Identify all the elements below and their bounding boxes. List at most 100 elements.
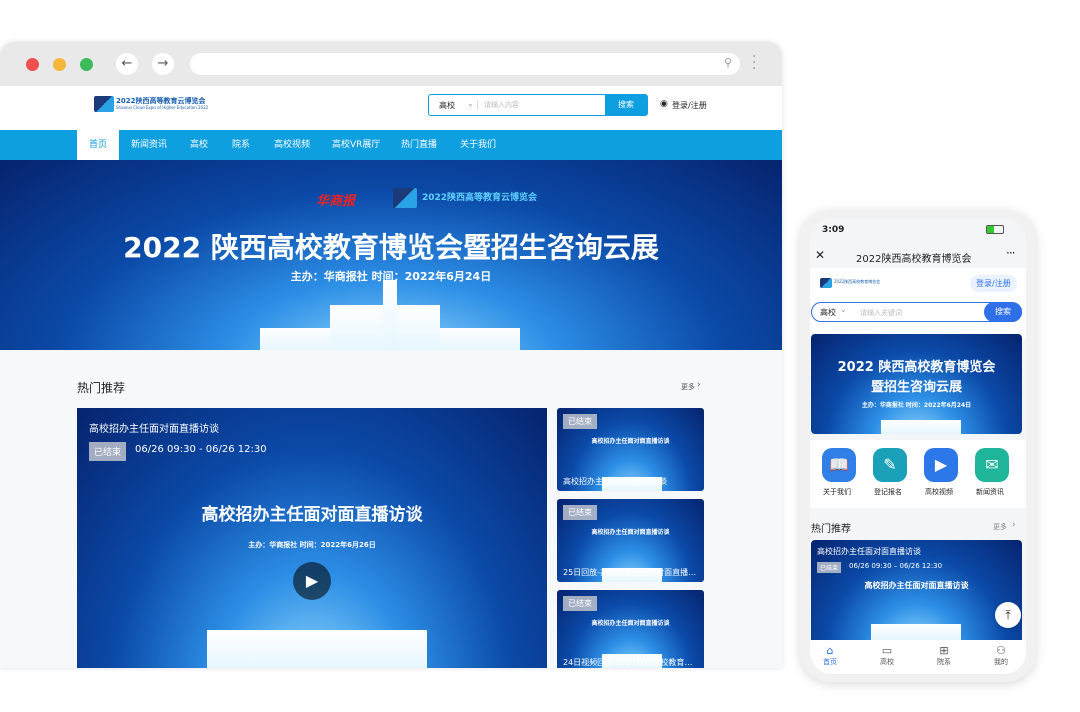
grid-icon: ⊞ <box>939 644 949 657</box>
back-to-top-icon[interactable]: ⤒ <box>995 602 1021 628</box>
site-logo-sub: Shaanxi Cloud Expo of Higher Education 2… <box>116 105 209 110</box>
nav-home[interactable]: 首页 <box>77 130 120 160</box>
search-category-select[interactable]: 高校 <box>820 307 836 318</box>
status-badge: 已结束 <box>817 562 842 573</box>
video-icon[interactable]: ▶ <box>924 448 958 482</box>
poster-title: 高校招办主任面对面直播访谈 <box>864 581 969 590</box>
search-button[interactable]: 搜索 <box>605 95 647 115</box>
card-caption: 25日回放-高校招办主任面对面直播访谈 <box>563 568 698 577</box>
mobile-page-title: 2022陕西高校教育博览会 <box>856 254 972 265</box>
featured-live-card[interactable]: 高校招办主任面对面直播访谈 已结束 06/26 09:30 – 06/26 12… <box>811 540 1022 640</box>
card-poster-title: 高校招办主任面对面直播访谈 <box>591 529 670 536</box>
more-icon[interactable]: ··· <box>1006 246 1016 260</box>
card-caption: 高校招办主任面对面直播访谈 <box>563 477 667 486</box>
status-badge: 已结束 <box>563 414 597 429</box>
login-link[interactable]: 登录/注册 <box>672 100 707 111</box>
close-icon[interactable]: ✕ <box>815 248 825 262</box>
battery-icon <box>986 225 1004 234</box>
partner-logo: 华商报 <box>316 194 356 209</box>
maximize-window-button[interactable] <box>80 58 93 71</box>
shortcut-label[interactable]: 登记报名 <box>874 487 902 497</box>
register-icon[interactable]: ✎ <box>873 448 907 482</box>
menu-icon[interactable]: · · · <box>752 50 756 76</box>
forward-icon[interactable]: → <box>152 53 174 75</box>
hero-title: 2022 陕西高校教育博览会暨招生咨询云展 <box>123 231 659 264</box>
nav-departments[interactable]: 院系 <box>232 130 250 160</box>
featured-title: 高校招办主任面对面直播访谈 <box>817 547 921 556</box>
login-button[interactable]: 登录/注册 <box>970 275 1017 292</box>
video-card[interactable]: 已结束 高校招办主任面对面直播访谈 24日视频回放-2022陕西高校教育博览..… <box>557 590 704 668</box>
featured-live-card[interactable]: 高校招办主任面对面直播访谈 已结束 06/26 09:30 - 06/26 12… <box>77 408 547 668</box>
featured-title: 高校招办主任面对面直播访谈 <box>89 424 219 435</box>
hero-banner: 华商报 2022陕西高等教育云博览会 2022 陕西高校教育博览会暨招生咨询云展… <box>0 160 782 350</box>
browser-toolbar: ← → ⚲ · · · <box>0 42 782 86</box>
card-poster-title: 高校招办主任面对面直播访谈 <box>591 620 670 627</box>
mobile-hero-banner[interactable]: 2022 陕西高校教育博览会 暨招生咨询云展 主办：华商报社 时间：2022年6… <box>811 334 1022 434</box>
card-caption: 24日视频回放-2022陕西高校教育博览... <box>563 658 698 667</box>
search-icon: ⚲ <box>723 56 732 69</box>
user-icon: ⚇ <box>996 644 1006 657</box>
address-bar[interactable]: ⚲ <box>190 53 740 75</box>
shortcut-label[interactable]: 新闻资讯 <box>976 487 1004 497</box>
search-category-select[interactable]: 高校 <box>439 100 455 111</box>
status-badge: 已结束 <box>563 505 597 520</box>
featured-time: 06/26 09:30 - 06/26 12:30 <box>135 444 267 455</box>
mailbox-icon[interactable]: ✉ <box>975 448 1009 482</box>
logo-icon <box>820 278 832 288</box>
skyline-graphic <box>207 630 427 668</box>
play-icon[interactable]: ▶ <box>293 562 331 600</box>
tab-profile[interactable]: ⚇ 我的 <box>981 644 1021 667</box>
tab-label: 高校 <box>880 658 894 666</box>
minimize-window-button[interactable] <box>53 58 66 71</box>
featured-time: 06/26 09:30 – 06/26 12:30 <box>849 562 943 570</box>
shortcut-label[interactable]: 关于我们 <box>823 487 851 497</box>
search-input[interactable]: 请输入内容 <box>477 100 519 110</box>
logo-text: 2022陕西高校教育博览会 <box>834 279 881 284</box>
shortcut-label[interactable]: 高校视频 <box>925 487 953 497</box>
poster-title: 高校招办主任面对面直播访谈 <box>201 505 423 525</box>
section-title: 热门推荐 <box>77 381 126 395</box>
site-header: 2022陕西高等教育云博览会 Shaanxi Cloud Expo of Hig… <box>0 86 782 130</box>
hero-subtitle: 主办：华商报社 时间：2022年6月24日 <box>861 402 972 409</box>
nav-news[interactable]: 新闻资讯 <box>131 130 167 160</box>
search-bar: 高校 ⌄ 请输入内容 搜索 <box>428 94 648 116</box>
mobile-phone: 3:09 ✕ 2022陕西高校教育博览会 ··· 2022陕西高校教育博览会 登… <box>800 210 1036 682</box>
nav-live[interactable]: 热门直播 <box>401 130 437 160</box>
poster-subtitle: 主办：华商报社 时间：2022年6月26日 <box>248 541 376 549</box>
search-bar: 高校 ⌄ 请输入关键词 搜索 <box>811 302 1022 322</box>
chevron-down-icon: ⌄ <box>467 99 474 108</box>
tab-label: 我的 <box>994 658 1008 666</box>
tab-label: 首页 <box>823 658 837 666</box>
chevron-right-icon: › <box>1012 520 1016 530</box>
book-icon[interactable]: 📖 <box>822 448 856 482</box>
more-link[interactable]: 更多 <box>681 382 695 392</box>
chevron-right-icon: › <box>697 380 701 390</box>
close-window-button[interactable] <box>26 58 39 71</box>
status-time: 3:09 <box>822 225 845 235</box>
logo-icon <box>94 96 114 112</box>
back-icon[interactable]: ← <box>116 53 138 75</box>
video-card[interactable]: 已结束 高校招办主任面对面直播访谈 高校招办主任面对面直播访谈 <box>557 408 704 491</box>
status-badge: 已结束 <box>563 596 597 611</box>
nav-universities[interactable]: 高校 <box>190 130 208 160</box>
nav-vr-hall[interactable]: 高校VR展厅 <box>332 130 380 160</box>
more-link[interactable]: 更多 <box>993 522 1007 532</box>
nav-videos[interactable]: 高校视频 <box>274 130 310 160</box>
tab-universities[interactable]: ▭ 高校 <box>867 644 907 667</box>
tab-bar: ⌂ 首页 ▭ 高校 ⊞ 院系 ⚇ 我的 <box>810 640 1026 674</box>
store-icon: ▭ <box>881 644 893 657</box>
hero-title-line1: 2022 陕西高校教育博览会 <box>837 360 996 375</box>
user-icon: ◉ <box>660 99 668 109</box>
chevron-down-icon: ⌄ <box>840 305 847 314</box>
search-input[interactable]: 请输入关键词 <box>860 308 902 318</box>
home-icon: ⌂ <box>826 644 834 657</box>
nav-about[interactable]: 关于我们 <box>460 130 496 160</box>
tab-label: 院系 <box>937 658 951 666</box>
search-button[interactable]: 搜索 <box>984 302 1022 322</box>
expo-logo-text: 2022陕西高等教育云博览会 <box>422 193 538 203</box>
tab-home[interactable]: ⌂ 首页 <box>810 644 850 667</box>
video-card[interactable]: 已结束 高校招办主任面对面直播访谈 25日回放-高校招办主任面对面直播访谈 <box>557 499 704 582</box>
expo-logo-icon <box>393 188 417 208</box>
card-poster-title: 高校招办主任面对面直播访谈 <box>591 438 670 445</box>
tab-departments[interactable]: ⊞ 院系 <box>924 644 964 667</box>
